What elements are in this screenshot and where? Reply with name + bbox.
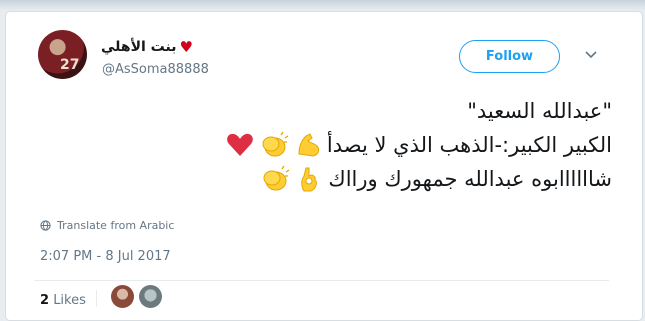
tweet-text: "عبدالله السعيد" الكبير الكبير:-الذهب ال…	[162, 94, 612, 196]
tweet-line-3: شاااااابوه عبدالله جمهورك ورااك	[162, 162, 612, 196]
avatar-jersey-number: 27	[60, 57, 80, 73]
clapping-hands-icon	[259, 130, 289, 160]
flexed-biceps-icon	[293, 130, 323, 160]
red-heart-icon: ♥	[179, 37, 193, 56]
liker-avatar[interactable]	[111, 285, 134, 308]
display-name[interactable]: بنت الأهلي ♥	[101, 39, 193, 55]
user-handle[interactable]: @AsSoma88888	[102, 62, 209, 77]
translate-label: Translate from Arabic	[57, 219, 175, 232]
chevron-down-icon[interactable]	[584, 50, 598, 60]
divider	[34, 280, 609, 281]
avatar[interactable]: 27	[38, 30, 87, 79]
timeline-background	[0, 0, 645, 10]
tweet-line-1-text: "عبدالله السعيد"	[467, 99, 612, 123]
likes-number: 2	[40, 293, 50, 308]
tweet-line-2: الكبير الكبير:-الذهب الذي لا يصدأ	[162, 128, 612, 162]
liker-avatar[interactable]	[139, 285, 162, 308]
globe-icon	[40, 220, 51, 231]
tweet-line-3-text: شاااااابوه عبدالله جمهورك ورااك	[328, 167, 612, 191]
display-name-text: بنت الأهلي	[101, 39, 177, 55]
ok-hand-icon	[294, 164, 324, 194]
likes-separator	[96, 290, 97, 307]
likes-count[interactable]: 2 Likes	[40, 293, 86, 308]
tweet-timestamp[interactable]: 2:07 PM - 8 Jul 2017	[40, 249, 171, 264]
likes-label: Likes	[53, 293, 86, 308]
clapping-hands-icon	[260, 164, 290, 194]
follow-button[interactable]: Follow	[459, 40, 560, 73]
red-heart-icon	[225, 130, 255, 160]
tweet-line-2-text: الكبير الكبير:-الذهب الذي لا يصدأ	[326, 133, 612, 157]
tweet-line-1: "عبدالله السعيد"	[162, 94, 612, 128]
translate-link[interactable]: Translate from Arabic	[40, 219, 174, 232]
